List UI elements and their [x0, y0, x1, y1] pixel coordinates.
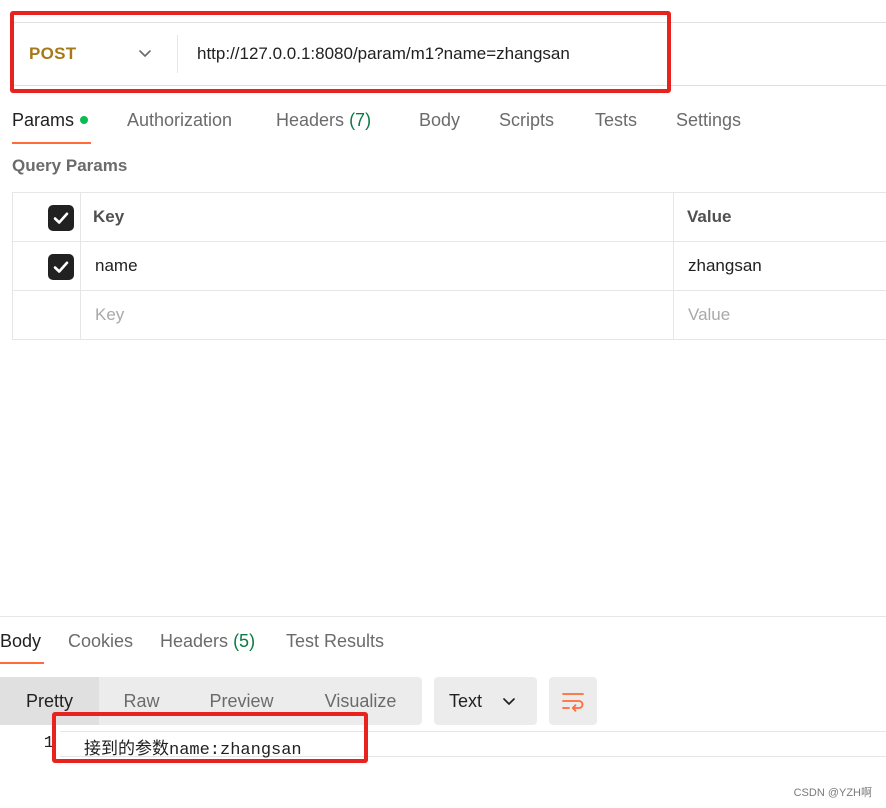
format-pretty-button[interactable]: Pretty [0, 677, 99, 725]
http-method-selector[interactable]: POST [29, 23, 77, 85]
param-value: zhangsan [688, 256, 762, 275]
wrap-lines-button[interactable] [549, 677, 597, 725]
response-type-label: Text [449, 691, 483, 711]
response-active-tab-underline [0, 662, 44, 664]
wrap-lines-icon [562, 693, 584, 712]
key-placeholder: Key [95, 305, 125, 324]
tab-authorization[interactable]: Authorization [127, 106, 232, 134]
param-key: name [95, 256, 138, 275]
format-preview-button[interactable]: Preview [184, 677, 299, 725]
tab-tests[interactable]: Tests [595, 106, 637, 134]
tab-settings[interactable]: Settings [676, 106, 741, 134]
param-enabled-checkbox[interactable] [48, 254, 74, 280]
value-placeholder: Value [688, 305, 731, 324]
new-value-field[interactable]: Value [674, 291, 886, 339]
request-url-bar: POST [12, 22, 886, 86]
tab-label: Scripts [499, 110, 555, 130]
watermark: CSDN @YZH啊 [793, 787, 872, 799]
params-active-dot-icon [80, 116, 89, 124]
tab-label: Body [0, 631, 42, 651]
tab-label: Test Results [286, 631, 385, 651]
url-divider [177, 35, 178, 73]
query-params-title: Query Params [12, 156, 128, 175]
new-key-field[interactable]: Key [81, 291, 674, 339]
tab-label: Params [12, 110, 75, 130]
tab-label: Settings [676, 110, 742, 130]
response-type-select[interactable]: Text [434, 677, 537, 725]
checkmark-icon [53, 212, 69, 224]
tab-label: Headers [276, 110, 345, 130]
response-headers-count: (5) [233, 631, 256, 651]
format-visualize-button[interactable]: Visualize [299, 677, 422, 725]
tab-label: Authorization [127, 110, 233, 130]
table-row-empty: Key Value [12, 291, 886, 340]
tab-label: Body [419, 110, 461, 130]
key-column-header: Key [81, 193, 674, 241]
row-check-cell [12, 291, 81, 339]
active-tab-underline [12, 142, 91, 144]
value-header-label: Value [687, 207, 732, 226]
chevron-down-icon [503, 698, 515, 705]
headers-count: (7) [349, 110, 372, 130]
response-tab-test-results[interactable]: Test Results [286, 627, 384, 655]
tab-label: Headers [160, 631, 229, 651]
param-value-cell[interactable]: zhangsan [674, 242, 886, 290]
response-body-text[interactable]: 接到的参数name:zhangsan [84, 734, 302, 760]
response-tab-headers[interactable]: Headers (5) [160, 627, 255, 655]
query-params-table: Key Value name zhangsan Key Value [12, 192, 886, 340]
header-check-cell [12, 193, 81, 241]
checkmark-icon [53, 261, 69, 273]
key-header-label: Key [93, 207, 125, 226]
table-row: name zhangsan [12, 242, 886, 291]
tab-scripts[interactable]: Scripts [499, 106, 554, 134]
response-tab-cookies[interactable]: Cookies [68, 627, 133, 655]
line-number: 1 [43, 734, 54, 753]
tab-label: Tests [595, 110, 638, 130]
format-raw-button[interactable]: Raw [99, 677, 184, 725]
tab-params[interactable]: Params [12, 106, 89, 134]
url-input[interactable] [197, 23, 797, 85]
param-key-cell[interactable]: name [81, 242, 674, 290]
response-format-group: Pretty Raw Preview Visualize [0, 677, 422, 725]
tab-headers[interactable]: Headers (7) [276, 106, 371, 134]
select-all-checkbox[interactable] [48, 205, 74, 231]
row-check-cell [12, 242, 81, 290]
response-divider [0, 616, 886, 617]
tab-label: Cookies [68, 631, 134, 651]
table-header-row: Key Value [12, 193, 886, 242]
response-tab-body[interactable]: Body [0, 627, 41, 655]
value-column-header: Value [674, 193, 886, 241]
chevron-down-icon[interactable] [137, 45, 153, 61]
tab-body[interactable]: Body [419, 106, 460, 134]
